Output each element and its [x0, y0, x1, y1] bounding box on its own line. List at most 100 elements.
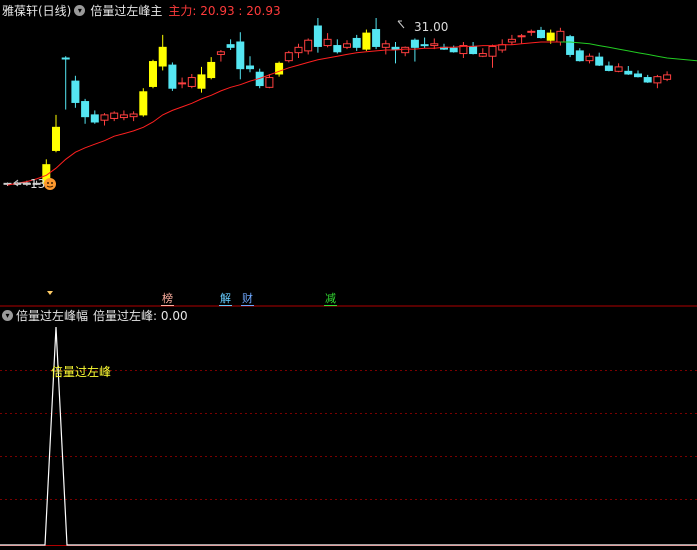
candle-body [556, 30, 565, 43]
candle [410, 38, 419, 62]
candle [643, 74, 652, 83]
candle-body [61, 57, 70, 60]
candle-body [168, 64, 177, 89]
candle [343, 40, 351, 50]
kline-chart[interactable] [0, 0, 697, 550]
candle-body [430, 43, 439, 47]
stock-title: 雅葆轩(日线) [2, 4, 72, 18]
candle [401, 46, 410, 57]
candle [168, 62, 177, 91]
candle-body [100, 114, 109, 121]
candle-body [343, 43, 351, 48]
event-tag-jie[interactable]: 解 [219, 293, 232, 306]
candle [527, 29, 536, 36]
candle [372, 18, 381, 50]
candle-body [604, 65, 613, 71]
sub-pane-header: ▾ 倍量过左峰幅 倍量过左峰: 0.00 [0, 308, 188, 324]
candle [149, 59, 157, 89]
candle-body [187, 77, 196, 87]
event-tag-bang[interactable]: 榜 [161, 293, 174, 306]
candle-body [410, 39, 419, 48]
candle [119, 110, 128, 121]
candle-body [284, 52, 293, 62]
candle-body [304, 39, 313, 52]
candle-body [469, 45, 478, 55]
ma-line-rising [7, 41, 561, 186]
candle-body [362, 32, 371, 50]
candle [614, 63, 623, 73]
candle [304, 38, 313, 55]
candle [537, 26, 545, 39]
candle [653, 74, 662, 89]
candle [663, 71, 672, 82]
candle [604, 61, 613, 72]
candle-body [488, 45, 497, 57]
chevron-down-icon[interactable]: ▾ [74, 5, 86, 16]
candle [381, 40, 390, 55]
candle [52, 114, 60, 153]
candle [498, 39, 507, 53]
signal-line [0, 326, 697, 546]
peak-label: 倍量过左峰 [51, 365, 112, 379]
event-tag-cai[interactable]: 财 [241, 293, 254, 306]
candle [362, 29, 371, 51]
candle [507, 34, 516, 45]
candle-body [595, 56, 604, 66]
candle-body [90, 114, 99, 123]
candle-body [498, 44, 507, 51]
sub-indicator-name[interactable]: 倍量过左峰幅 [16, 308, 88, 324]
candle-body [313, 25, 322, 47]
candle [517, 34, 526, 44]
candle [246, 56, 254, 73]
candle [139, 88, 148, 117]
candle-body [246, 65, 254, 70]
candle-body [643, 77, 652, 83]
marker-icon [47, 291, 53, 295]
candle-body [294, 46, 303, 54]
candle-body [52, 126, 60, 151]
candle [420, 37, 429, 49]
candle-body [352, 37, 361, 48]
candle-body [575, 50, 584, 62]
candle-body [265, 77, 274, 88]
candle [110, 111, 119, 122]
candle-body [139, 91, 148, 116]
main-force-value: 主力: 20.93 : 20.93 [168, 4, 281, 18]
main-pane-header: 雅葆轩(日线) ▾ 倍量过左峰主 主力: 20.93 : 20.93 [0, 3, 281, 19]
candle [100, 113, 109, 126]
candle-body [381, 43, 390, 48]
candle-body [663, 74, 672, 80]
candle [333, 39, 342, 54]
candle [61, 56, 70, 110]
candle [178, 77, 187, 89]
candle-body [372, 29, 381, 47]
candle-body [624, 70, 633, 75]
candle-body [478, 53, 487, 57]
candle [575, 48, 584, 62]
candle-body [178, 82, 187, 85]
candle-body [614, 66, 623, 72]
candle-body [119, 114, 128, 119]
high-price-label: 31.00 [414, 20, 449, 34]
candle [71, 75, 80, 108]
event-tag-jian[interactable]: 减 [324, 293, 337, 306]
candle [207, 57, 216, 80]
candle-body [401, 46, 410, 54]
candle [323, 33, 332, 48]
candle-body [236, 41, 245, 70]
candle-body [110, 112, 119, 119]
candle-body [197, 74, 206, 89]
candle-body [653, 76, 662, 84]
chevron-down-icon[interactable]: ▾ [2, 310, 13, 321]
candle [294, 43, 303, 58]
candle [216, 50, 225, 62]
candle-body [449, 47, 458, 53]
candle-body [333, 45, 342, 53]
sub-line-value: 倍量过左峰: 0.00 [93, 309, 188, 323]
candle [478, 48, 487, 58]
high-marker [397, 20, 405, 29]
indicator-name[interactable]: 倍量过左峰主 [90, 3, 162, 19]
candle-body [517, 35, 526, 38]
candle-body [527, 30, 536, 33]
candle [313, 18, 322, 53]
